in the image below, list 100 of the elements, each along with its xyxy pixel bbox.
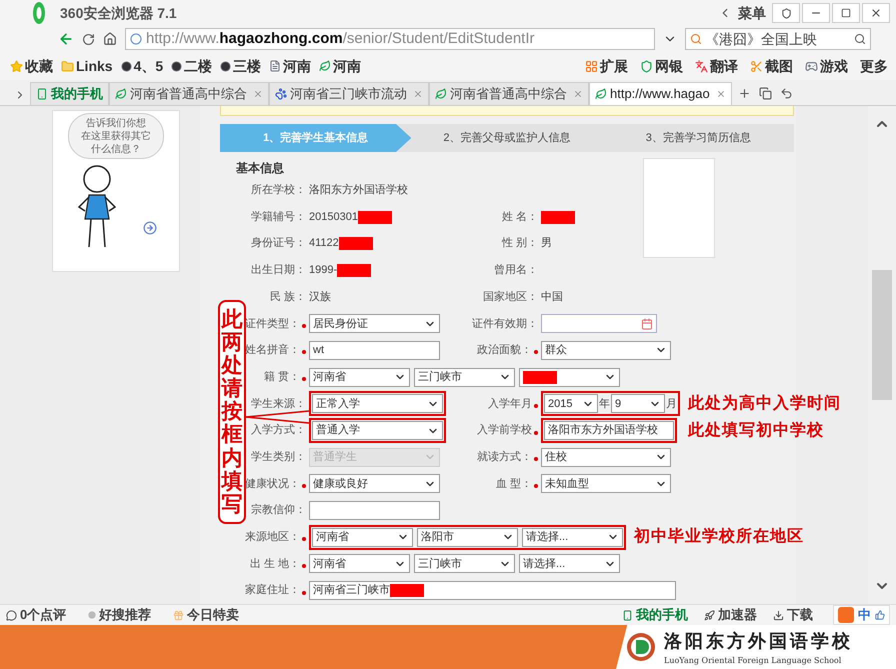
select-field[interactable]: 9 <box>611 394 665 414</box>
text-field[interactable]: 河南省三门峡市 <box>309 581 676 600</box>
page-icon <box>269 60 282 72</box>
select-field[interactable] <box>519 368 620 387</box>
download-icon <box>773 610 784 620</box>
status-item[interactable]: 我的手机 <box>622 605 688 625</box>
close-tab-icon[interactable] <box>573 89 583 99</box>
paw-icon <box>275 88 287 100</box>
close-icon[interactable] <box>870 7 882 19</box>
toolbar-item[interactable]: 截图 <box>750 56 793 76</box>
phone-icon <box>36 88 48 100</box>
scrollbar[interactable] <box>868 106 896 604</box>
field-label: 宗教信仰： <box>251 502 306 518</box>
toolbar-item[interactable]: 网银 <box>640 56 683 76</box>
dot-icon <box>88 611 96 619</box>
field-value: 1999- <box>309 263 338 278</box>
status-item[interactable]: 今日特卖 <box>173 605 240 625</box>
close-tab-icon[interactable] <box>716 89 726 99</box>
leaf-icon <box>435 88 447 100</box>
text-field[interactable]: wt <box>309 340 440 360</box>
browser-tab[interactable]: 我的手机 <box>30 82 109 105</box>
field-label: 学生来源： <box>251 396 306 412</box>
status-item[interactable]: 0个点评 <box>6 605 66 625</box>
search-field[interactable]: 《港囧》全国上映 <box>685 28 871 50</box>
menu-button[interactable]: 菜单 <box>738 2 766 24</box>
section-title: 基本信息 <box>236 160 284 176</box>
comment-icon <box>6 610 17 620</box>
browser-tab[interactable]: 河南省三门峡市流动 <box>269 82 429 105</box>
status-item[interactable]: 加速器 <box>704 605 757 625</box>
select-field[interactable]: 河南省 <box>309 368 410 387</box>
toolbar-item[interactable]: 扩展 <box>585 56 628 76</box>
field-label: 入学年月 <box>488 396 532 412</box>
bookmark-item[interactable]: 河南 <box>319 56 362 76</box>
browser-tab[interactable]: 河南省普通高中综合 <box>429 82 589 105</box>
field-label: 政治面貌： <box>477 343 532 358</box>
select-field[interactable]: 洛阳市 <box>417 528 518 547</box>
select-field[interactable]: 未知血型 <box>541 474 671 494</box>
annotation-note: 初中毕业学校所在地区 <box>634 526 804 548</box>
field-label: 姓 名： <box>502 210 538 225</box>
select-field[interactable]: 普通入学 <box>312 421 443 440</box>
field-value: 汉族 <box>309 290 331 305</box>
scroll-thumb[interactable] <box>872 270 892 400</box>
search-icon[interactable] <box>854 33 866 45</box>
select-field[interactable]: 2015 <box>544 394 598 414</box>
bookmark-item[interactable]: Links <box>61 56 113 76</box>
select-field[interactable]: 请选择... <box>522 528 623 547</box>
home-icon[interactable] <box>103 32 117 46</box>
select-field[interactable]: 河南省 <box>312 528 413 547</box>
date-field[interactable] <box>541 314 657 334</box>
status-item[interactable]: 好搜推荐 <box>88 605 152 625</box>
back-icon[interactable] <box>58 31 74 47</box>
bookmark-item[interactable]: 河南 <box>269 56 312 76</box>
select-field[interactable]: 居民身份证 <box>309 314 440 334</box>
reload-icon[interactable] <box>82 32 95 46</box>
field-label: 健康状况： <box>245 476 300 492</box>
bookmark-item[interactable]: 二楼 <box>171 56 212 76</box>
browser-tab[interactable]: http://www.hagao <box>589 82 732 105</box>
star-icon <box>10 60 23 72</box>
next-icon[interactable] <box>143 221 157 235</box>
text-field[interactable] <box>309 501 440 520</box>
translate-icon <box>695 60 708 72</box>
unit-label: 年 <box>599 396 610 412</box>
toolbar-item[interactable]: 翻译 <box>695 56 738 76</box>
status-item[interactable]: 下载 <box>773 605 813 625</box>
select-field[interactable]: 正常入学 <box>312 394 443 414</box>
select-field[interactable]: 住校 <box>541 448 671 467</box>
field-value: 41122 <box>309 236 339 252</box>
select-field[interactable]: 群众 <box>541 340 671 360</box>
toolbar-item[interactable]: 游戏 <box>805 56 848 76</box>
field-value: 中国 <box>541 290 563 305</box>
undo-icon[interactable] <box>780 87 793 100</box>
bookmark-item[interactable]: 三楼 <box>220 56 262 76</box>
rocket-icon <box>704 610 715 620</box>
field-label: 姓名拼音： <box>245 342 300 358</box>
bookmark-item[interactable]: 收藏 <box>10 56 53 76</box>
select-field[interactable]: 三门峡市 <box>414 368 515 387</box>
new-tab-icon[interactable] <box>738 87 751 100</box>
ime-toolbar[interactable]: 中 <box>833 605 890 625</box>
field-label: 身份证号： <box>251 236 306 252</box>
bookmark-item[interactable]: 4、5 <box>120 56 164 76</box>
browser-tab[interactable]: 河南省普通高中综合 <box>109 82 269 105</box>
leaf-icon <box>319 60 332 72</box>
school-name: 洛阳东方外国语学校 <box>664 630 853 652</box>
toolbar-item[interactable]: 更多 <box>860 56 888 76</box>
address-field[interactable]: http://www.hagaozhong.com/senior/Student/EditStudentIr <box>125 28 655 50</box>
tabs-icon[interactable] <box>758 87 772 100</box>
sogou-logo-icon <box>838 607 854 623</box>
close-tab-icon[interactable] <box>413 89 423 99</box>
field-label: 性 别： <box>502 236 538 252</box>
field-label: 就读方式： <box>477 450 532 465</box>
select-field[interactable]: 请选择... <box>519 554 620 574</box>
maximize-icon[interactable] <box>841 8 851 18</box>
field-label: 入学前学校 <box>477 423 532 438</box>
annotation-note: 此处为高中入学时间 <box>688 393 841 414</box>
select-field[interactable]: 河南省 <box>309 554 410 574</box>
field-label: 来源地区： <box>245 530 300 546</box>
close-tab-icon[interactable] <box>253 89 263 99</box>
text-field[interactable]: 洛阳市东方外国语学校 <box>544 421 674 440</box>
select-field[interactable]: 三门峡市 <box>414 554 515 574</box>
select-field[interactable]: 健康或良好 <box>309 474 440 494</box>
